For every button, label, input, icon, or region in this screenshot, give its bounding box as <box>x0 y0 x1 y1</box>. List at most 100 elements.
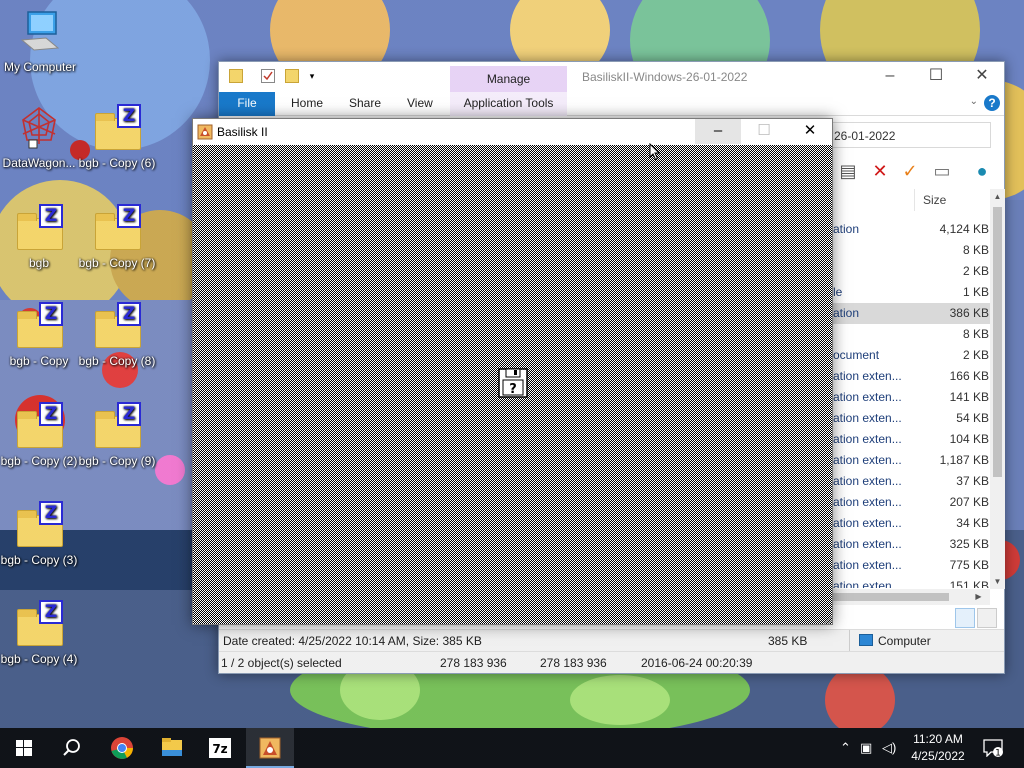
list-item[interactable]: ation exten... 54 KB <box>831 408 991 429</box>
svg-text:7z: 7z <box>212 742 227 756</box>
desktop-icon-bgb-copy-7[interactable]: Z bgb - Copy (7) <box>78 204 156 270</box>
desktop-icon-bgb[interactable]: Z bgb <box>0 204 78 270</box>
basilisk-window[interactable]: Basilisk II – ☐ ✕ ? <box>192 118 833 625</box>
start-button[interactable] <box>0 728 48 768</box>
list-item-selected[interactable]: ation 386 KB <box>831 303 991 324</box>
rename-icon[interactable]: ▭ <box>931 160 953 182</box>
emulator-screen[interactable]: ? <box>193 145 832 624</box>
desktop-icon-label: bgb - Copy (9) <box>78 454 156 468</box>
resize-grip[interactable] <box>824 616 832 624</box>
list-item[interactable]: ation exten... 37 KB <box>831 471 991 492</box>
globe-icon[interactable]: ● <box>971 160 993 182</box>
chevron-down-icon[interactable]: ▾ <box>305 69 319 83</box>
zip-folder-icon: Z <box>93 104 141 152</box>
check-icon[interactable]: ✓ <box>899 160 921 182</box>
tab-file[interactable]: File <box>219 92 275 116</box>
status-value-2: 278 183 936 <box>540 656 607 670</box>
close-button[interactable]: ✕ <box>959 62 1005 92</box>
tab-application-tools[interactable]: Application Tools <box>450 92 567 116</box>
scroll-down-icon[interactable]: ▼ <box>990 577 1005 586</box>
disk-question-icon: ? <box>498 368 528 398</box>
zip-folder-icon: Z <box>15 501 63 549</box>
horizontal-scrollbar[interactable]: ▶ <box>831 589 990 605</box>
scroll-up-icon[interactable]: ▲ <box>990 192 1005 201</box>
taskbar-file-explorer[interactable] <box>148 728 196 768</box>
maximize-button[interactable]: ☐ <box>741 119 787 144</box>
explorer-titlebar[interactable]: ▾ Manage BasiliskII-Windows-26-01-2022 –… <box>219 62 1004 92</box>
list-item[interactable]: ation exten... 141 KB <box>831 387 991 408</box>
chevron-down-icon[interactable]: ⌄ <box>970 96 978 107</box>
zip-folder-icon: Z <box>93 204 141 252</box>
minimize-button[interactable]: – <box>867 62 913 92</box>
chevron-up-icon[interactable]: ⌃ <box>840 740 851 756</box>
delete-icon[interactable]: ✕ <box>869 160 891 182</box>
list-item[interactable]: ation exten... 34 KB <box>831 513 991 534</box>
list-item[interactable]: 8 KB <box>831 240 991 261</box>
new-folder-icon[interactable] <box>285 69 299 83</box>
maximize-button[interactable]: ☐ <box>913 62 959 92</box>
list-item[interactable]: ation exten... 151 KB <box>831 576 991 588</box>
zip-folder-icon: Z <box>15 204 63 252</box>
desktop-icon-bgb-copy-9[interactable]: Z bgb - Copy (9) <box>78 402 156 468</box>
status-location: Computer <box>878 634 931 648</box>
desktop-icon-datawagon[interactable]: DataWagon... <box>0 104 78 170</box>
list-item[interactable]: le 1 KB <box>831 282 991 303</box>
list-item[interactable]: ation exten... 166 KB <box>831 366 991 387</box>
taskbar-basilisk[interactable] <box>246 728 294 768</box>
address-bar[interactable]: 26-01-2022 <box>831 122 991 148</box>
7zip-icon: 7z <box>209 738 231 758</box>
computer-icon <box>16 8 64 56</box>
status-value-1: 278 183 936 <box>440 656 507 670</box>
search-button[interactable] <box>48 728 96 768</box>
close-button[interactable]: ✕ <box>787 119 833 144</box>
notification-icon[interactable]: 1 <box>983 739 1003 757</box>
desktop-icon-bgb-copy-3[interactable]: Z bgb - Copy (3) <box>0 501 78 567</box>
basilisk-titlebar[interactable]: Basilisk II – ☐ ✕ <box>193 119 832 145</box>
zip-folder-icon: Z <box>93 402 141 450</box>
taskbar-chrome[interactable] <box>98 728 146 768</box>
list-item[interactable]: ation exten... 325 KB <box>831 534 991 555</box>
volume-icon[interactable]: ◁) <box>882 740 896 756</box>
clock-date[interactable]: 4/25/2022 <box>910 749 966 763</box>
paste-icon[interactable]: ▤ <box>837 160 859 182</box>
desktop-icon-bgb-copy[interactable]: Z bgb - Copy <box>0 302 78 368</box>
clock-time[interactable]: 11:20 AM <box>910 732 966 746</box>
list-item[interactable]: ation exten... 207 KB <box>831 492 991 513</box>
tab-home[interactable]: Home <box>281 92 333 116</box>
desktop-icon-label: bgb - Copy <box>9 354 69 368</box>
desktop-icon-bgb-copy-4[interactable]: Z bgb - Copy (4) <box>0 600 78 666</box>
address-text: 26-01-2022 <box>834 129 896 143</box>
details-view-icon[interactable] <box>955 608 975 628</box>
network-icon[interactable]: ▣ <box>860 740 872 756</box>
large-icons-view-icon[interactable] <box>977 608 997 628</box>
help-icon[interactable]: ? <box>984 95 1000 111</box>
column-separator <box>914 189 915 211</box>
desktop-icon-my-computer[interactable]: My Computer <box>1 8 79 74</box>
scrollbar-thumb[interactable] <box>993 207 1002 477</box>
window-title: BasiliskII-Windows-26-01-2022 <box>582 70 748 84</box>
desktop-icon-label: bgb - Copy (6) <box>78 156 156 170</box>
column-header-size[interactable]: Size <box>923 193 946 207</box>
taskbar-7zip[interactable]: 7z <box>196 728 244 768</box>
properties-icon[interactable] <box>261 69 275 83</box>
minimize-button[interactable]: – <box>695 119 741 144</box>
taskbar: 7z ⌃ ▣ ◁) 11:20 AM 4/25/2022 1 <box>0 728 1024 768</box>
desktop-icon-bgb-copy-8[interactable]: Z bgb - Copy (8) <box>78 302 156 368</box>
zip-folder-icon: Z <box>93 302 141 350</box>
scrollbar-thumb[interactable] <box>831 593 949 601</box>
list-item[interactable]: ation 4,124 KB <box>831 219 991 240</box>
status-bar-secondary: 1 / 2 object(s) selected 278 183 936 278… <box>219 651 1004 673</box>
scroll-right-icon[interactable]: ▶ <box>971 592 986 601</box>
tab-view[interactable]: View <box>397 92 443 116</box>
list-item[interactable]: ation exten... 775 KB <box>831 555 991 576</box>
desktop-icon-bgb-copy-6[interactable]: Z bgb - Copy (6) <box>78 104 156 170</box>
list-item[interactable]: 8 KB <box>831 324 991 345</box>
vertical-scrollbar[interactable]: ▲ ▼ <box>990 189 1005 589</box>
list-item[interactable]: ation exten... 104 KB <box>831 429 991 450</box>
list-item[interactable]: 2 KB <box>831 261 991 282</box>
basilisk-app-icon <box>259 737 281 759</box>
list-item[interactable]: ation exten... 1,187 KB <box>831 450 991 471</box>
desktop-icon-bgb-copy-2[interactable]: Z bgb - Copy (2) <box>0 402 78 468</box>
list-item[interactable]: ocument 2 KB <box>831 345 991 366</box>
tab-share[interactable]: Share <box>339 92 391 116</box>
